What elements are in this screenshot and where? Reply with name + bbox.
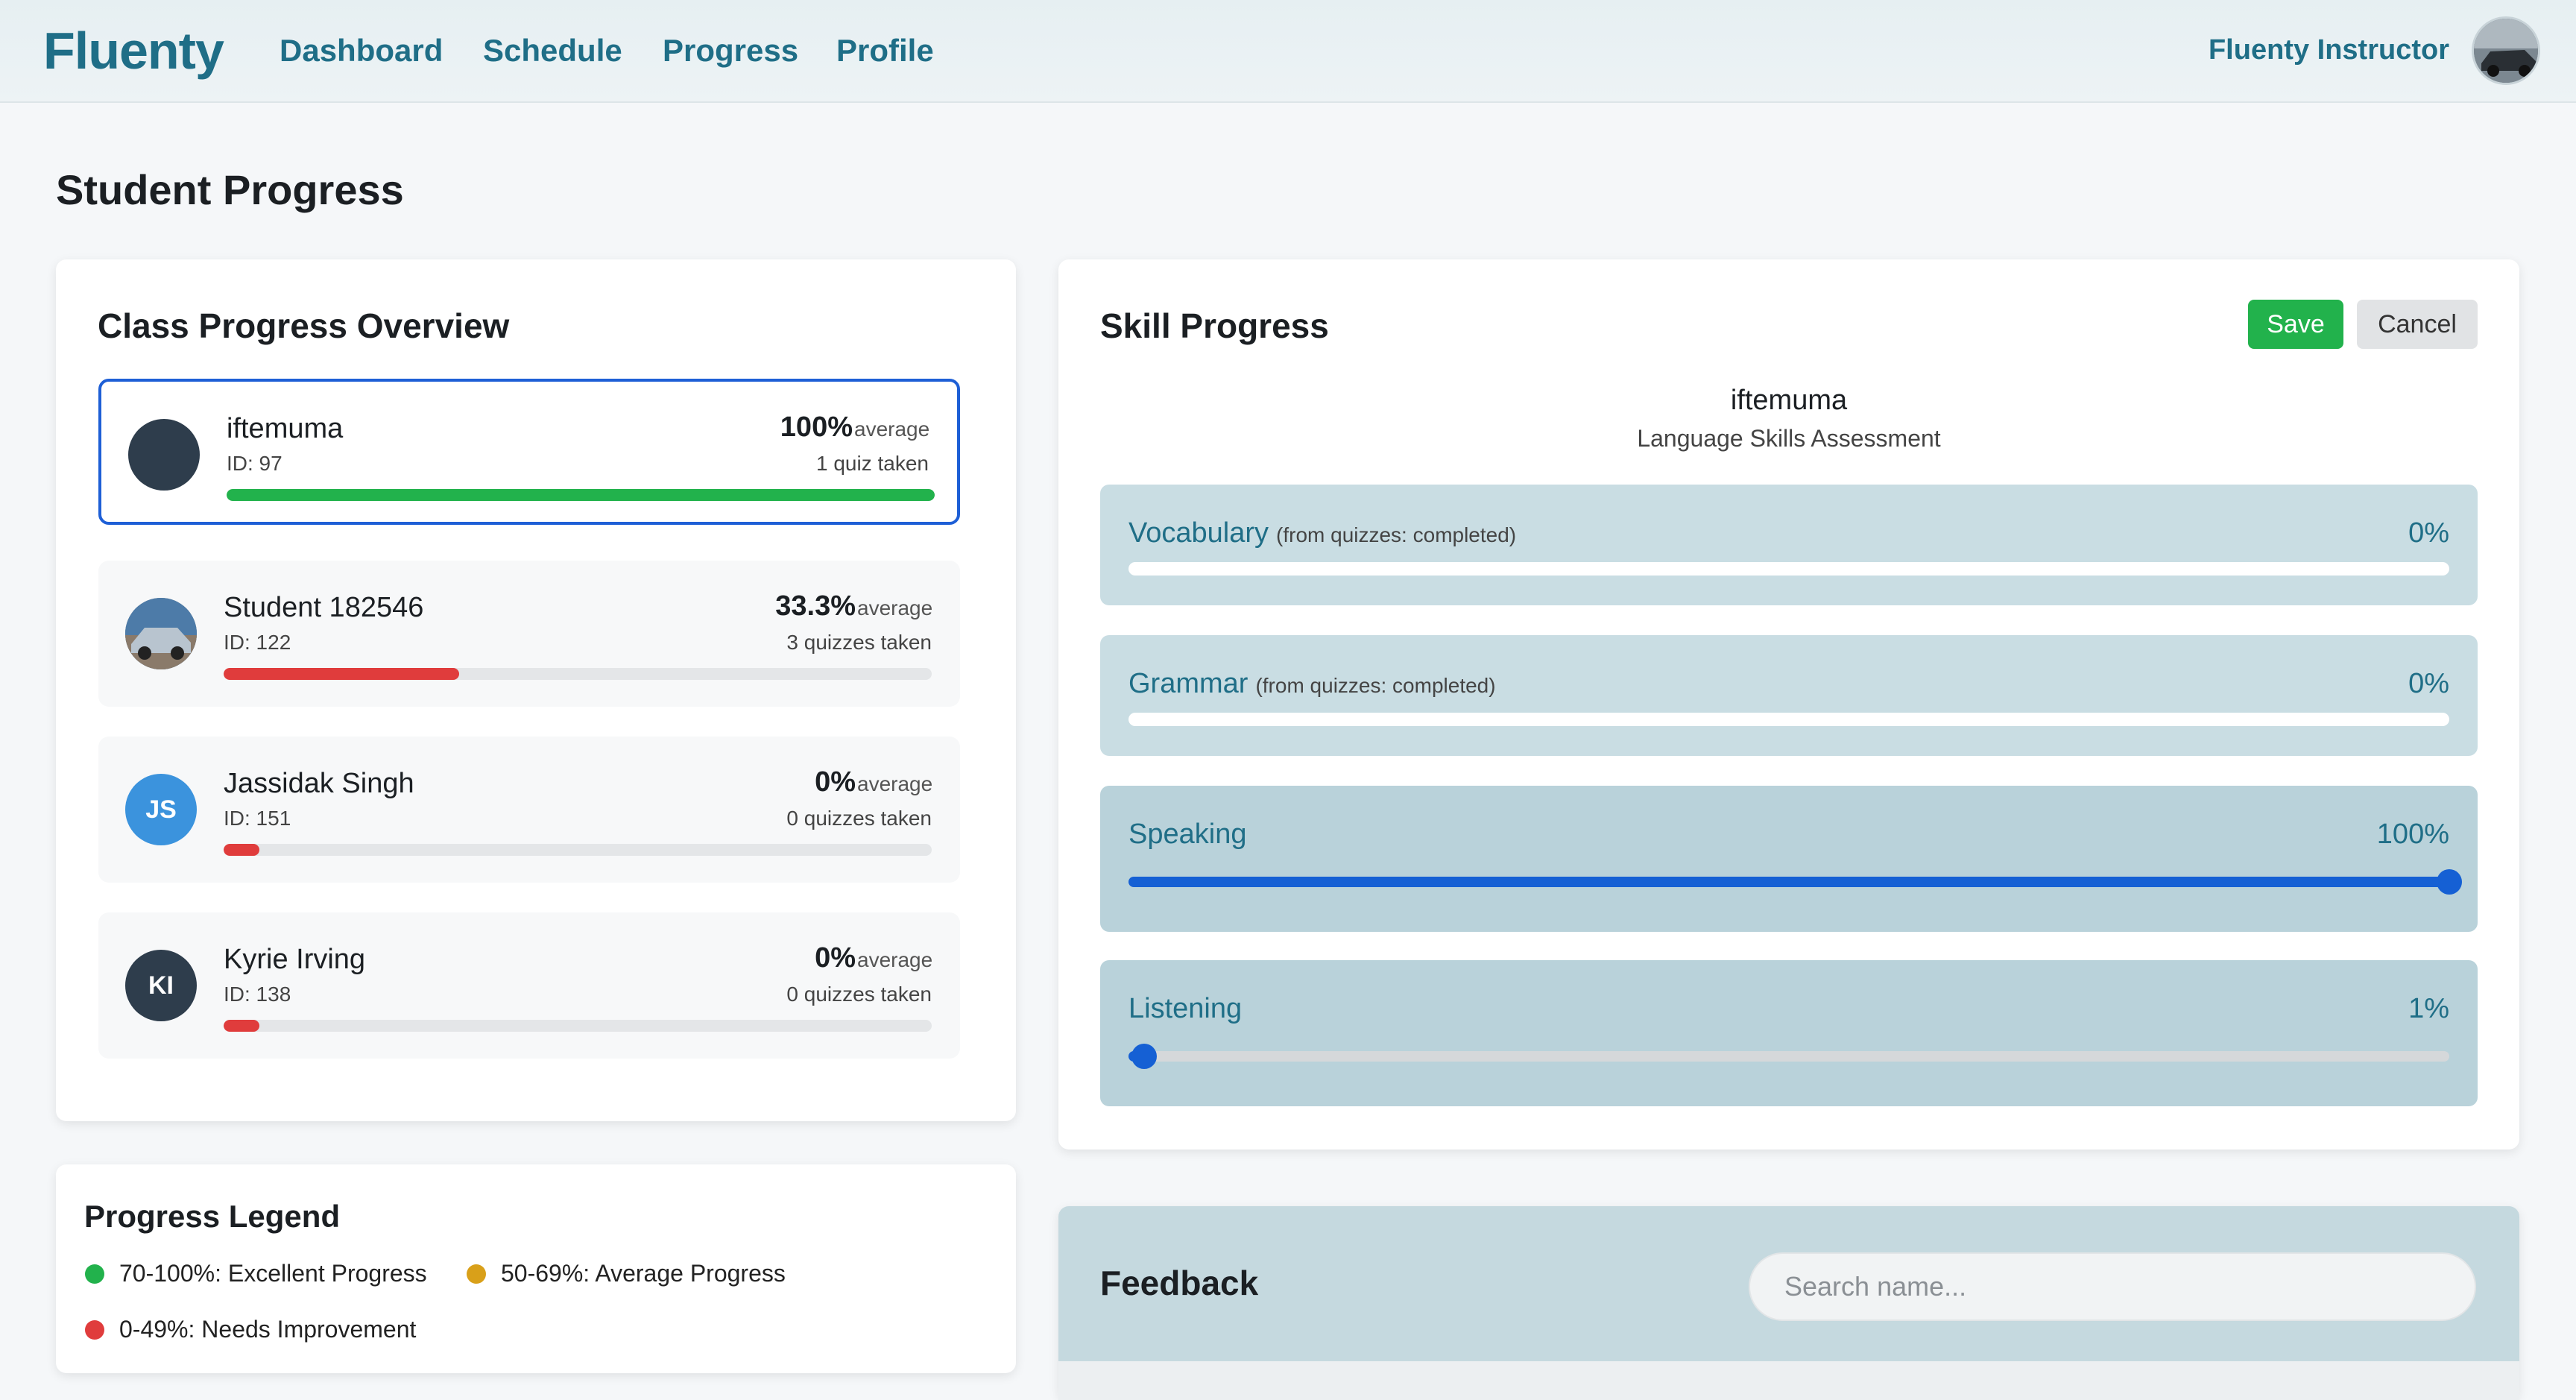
nav-profile[interactable]: Profile [836,33,934,69]
page-title: Student Progress [56,166,404,213]
nav-dashboard[interactable]: Dashboard [280,33,443,69]
avatar-image-icon [125,598,197,669]
student-id: ID: 122 [224,631,291,654]
selected-student-name: iftemuma [1730,385,1848,416]
quiz-count: 0 quizzes taken [786,807,932,830]
student-name: Jassidak Singh [224,768,414,799]
student-id: ID: 97 [227,452,282,475]
feedback-list-area [1058,1361,2519,1400]
listening-slider[interactable] [1128,1044,2449,1069]
save-button[interactable]: Save [2248,300,2343,349]
student-name: Student 182546 [224,592,424,623]
legend-item-needs-improvement: 0-49%: Needs Improvement [85,1316,416,1343]
yellow-dot-icon [467,1264,486,1284]
avatar: KI [125,950,197,1021]
student-percent: 0% [815,766,856,798]
student-progress-bar [227,489,935,501]
student-id: ID: 151 [224,807,291,830]
slider-fill [1128,877,2449,887]
legend-label: 0-49%: Needs Improvement [119,1316,417,1343]
progress-fill [227,489,935,501]
red-dot-icon [85,1319,104,1340]
grammar-progress-bar [1128,713,2449,726]
progress-fill [224,844,259,856]
skill-name: Grammar (from quizzes: completed) [1128,668,1496,700]
slider-thumb[interactable] [2437,869,2462,895]
student-card[interactable]: JS Jassidak Singh ID: 151 0% average 0 q… [98,737,960,883]
skill-percent: 1% [2408,993,2449,1024]
skill-percent: 100% [2376,819,2449,850]
skill-label: Vocabulary [1128,517,1269,549]
legend-label: 70-100%: Excellent Progress [119,1260,427,1287]
progress-fill [224,1020,259,1032]
skill-percent: 0% [2408,668,2449,699]
feedback-title: Feedback [1100,1264,1259,1302]
green-dot-icon [85,1264,104,1284]
avatar-image-icon [2474,19,2538,83]
average-label: average [857,772,933,795]
avatar [125,598,197,669]
user-avatar[interactable] [2472,16,2540,85]
student-progress-bar [224,844,932,856]
student-progress-bar [224,668,932,680]
student-card[interactable]: Student 182546 ID: 122 33.3% average 3 q… [98,561,960,707]
student-progress-bar [224,1020,932,1032]
search-input[interactable] [1749,1252,2476,1321]
class-progress-title: Class Progress Overview [98,306,510,345]
nav-schedule[interactable]: Schedule [483,33,622,69]
student-percent: 33.3% [775,590,856,622]
slider-thumb[interactable] [1131,1044,1157,1069]
quiz-count: 1 quiz taken [816,452,929,475]
cancel-button[interactable]: Cancel [2357,300,2478,349]
student-percent: 100% [780,412,853,443]
avatar [128,419,200,491]
student-card[interactable]: iftemuma ID: 97 100% average 1 quiz take… [98,379,960,525]
assessment-subtitle: Language Skills Assessment [1637,425,1941,452]
legend-item-average: 50-69%: Average Progress [467,1260,786,1287]
fluenty-logo[interactable]: Fluenty [43,21,224,81]
average-label: average [854,417,930,441]
skill-label: Grammar [1128,668,1248,699]
skill-progress-title: Skill Progress [1100,306,1329,345]
nav-progress[interactable]: Progress [663,33,798,69]
skill-vocabulary: Vocabulary (from quizzes: completed) 0% [1100,485,2478,605]
skill-source: (from quizzes: completed) [1255,674,1496,697]
quiz-count: 3 quizzes taken [786,631,932,654]
skill-grammar: Grammar (from quizzes: completed) 0% [1100,635,2478,756]
vocabulary-progress-bar [1128,562,2449,576]
top-navbar: Fluenty Dashboard Schedule Progress Prof… [0,0,2576,103]
legend-title: Progress Legend [84,1199,341,1234]
quiz-count: 0 quizzes taken [786,983,932,1006]
student-id: ID: 138 [224,983,291,1006]
legend-item-excellent: 70-100%: Excellent Progress [85,1260,427,1287]
skill-source: (from quizzes: completed) [1276,523,1517,546]
skill-name: Speaking [1128,819,1247,850]
skill-speaking: Speaking 100% [1100,786,2478,932]
skill-percent: 0% [2408,517,2449,549]
user-name[interactable]: Fluenty Instructor [2209,34,2449,66]
avatar: JS [125,774,197,845]
student-name: iftemuma [227,413,344,444]
legend-label: 50-69%: Average Progress [501,1260,786,1287]
student-percent: 0% [815,942,856,974]
student-name: Kyrie Irving [224,944,366,975]
average-label: average [857,596,933,619]
average-label: average [857,948,933,971]
skill-name: Listening [1128,993,1243,1024]
skill-listening: Listening 1% [1100,960,2478,1106]
progress-fill [224,668,460,680]
speaking-slider[interactable] [1128,869,2462,895]
student-card[interactable]: KI Kyrie Irving ID: 138 0% average 0 qui… [98,912,960,1059]
skill-name: Vocabulary (from quizzes: completed) [1128,517,1516,549]
